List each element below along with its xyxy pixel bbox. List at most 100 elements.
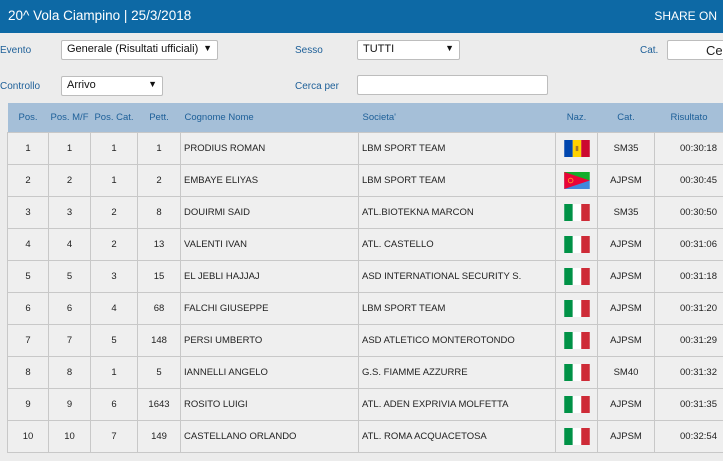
column-header-risultato[interactable]: Risultato	[654, 103, 723, 133]
cell-naz	[555, 228, 598, 261]
table-row[interactable]: 10 10 7 149 CASTELLANO ORLANDO ATL. ROMA ACQU…	[7, 420, 723, 453]
table-row[interactable]: 7 7 5 148 PERSI UMBERTO ASD ATLETICO MONTEROT…	[7, 324, 723, 357]
cell-pos: 7	[7, 324, 49, 357]
cell-pos-cat: 5	[90, 324, 138, 357]
flag-ita-icon	[563, 300, 590, 317]
cell-risultato: 00:31:29	[654, 324, 723, 357]
cell-pos-cat: 6	[90, 388, 138, 421]
column-header-cat[interactable]: Cat.	[597, 103, 655, 133]
flag-ita-icon	[563, 364, 590, 381]
table-row[interactable]: 1 1 1 1 PRODIUS ROMAN LBM SPORT TEAM SM35 00:30…	[7, 132, 723, 165]
cell-pos-mf: 9	[48, 388, 91, 421]
cell-pos: 4	[7, 228, 49, 261]
cell-risultato: 00:32:54	[654, 420, 723, 453]
cell-pos-mf: 6	[48, 292, 91, 325]
cell-pos: 3	[7, 196, 49, 229]
cell-pos: 2	[7, 164, 49, 197]
cell-risultato: 00:31:32	[654, 356, 723, 389]
search-input[interactable]	[357, 75, 548, 95]
sesso-select-value: TUTTI	[363, 43, 395, 55]
flag-ita-icon	[563, 332, 590, 349]
cell-cat: SM35	[597, 196, 655, 229]
table-header-row: Pos. Pos. M/F Pos. Cat. Pett. Cognome No…	[7, 103, 723, 133]
cell-risultato: 00:31:06	[654, 228, 723, 261]
flag-eri-icon	[563, 172, 590, 189]
cell-pos: 10	[7, 420, 49, 453]
cell-naz	[555, 388, 598, 421]
cell-cat: AJPSM	[597, 228, 655, 261]
table-row[interactable]: 9 9 6 1643 ROSITO LUIGI ATL. ADEN EXPRIVIA MO…	[7, 388, 723, 421]
search-button[interactable]: Cer	[706, 43, 723, 58]
cell-pett: 5	[137, 356, 181, 389]
cell-pett: 149	[137, 420, 181, 453]
cell-pos-cat: 1	[90, 132, 138, 165]
table-row[interactable]: 3 3 2 8 DOUIRMI SAID ATL.BIOTEKNA MARCON SM35 0…	[7, 196, 723, 229]
cell-societa: ASD INTERNATIONAL SECURITY S.	[358, 260, 556, 293]
table-row[interactable]: 4 4 2 13 VALENTI IVAN ATL. CASTELLO AJPSM 00:31…	[7, 228, 723, 261]
cell-societa: ATL. ADEN EXPRIVIA MOLFETTA	[358, 388, 556, 421]
filters-panel: Evento Generale (Risultati ufficiali) ▼ …	[0, 33, 723, 103]
cell-pos: 1	[7, 132, 49, 165]
cell-name: ROSITO LUIGI	[180, 388, 359, 421]
results-table: Pos. Pos. M/F Pos. Cat. Pett. Cognome No…	[7, 103, 723, 453]
cell-pos-mf: 7	[48, 324, 91, 357]
cell-societa: LBM SPORT TEAM	[358, 132, 556, 165]
share-button[interactable]: SHARE ON	[654, 9, 717, 23]
sesso-select[interactable]: TUTTI ▼	[357, 40, 460, 60]
cell-naz	[555, 132, 598, 165]
cerca-label: Cerca per	[295, 81, 339, 92]
cell-risultato: 00:30:45	[654, 164, 723, 197]
cell-societa: LBM SPORT TEAM	[358, 164, 556, 197]
cell-societa: ATL. CASTELLO	[358, 228, 556, 261]
chevron-down-icon: ▼	[203, 43, 212, 53]
column-header-societa[interactable]: Societa'	[358, 103, 556, 133]
cell-cat: AJPSM	[597, 388, 655, 421]
column-header-pett[interactable]: Pett.	[137, 103, 181, 133]
table-row[interactable]: 8 8 1 5 IANNELLI ANGELO G.S. FIAMME AZZURRE SM…	[7, 356, 723, 389]
flag-ita-icon	[563, 396, 590, 413]
cell-cat: SM35	[597, 132, 655, 165]
cell-societa: G.S. FIAMME AZZURRE	[358, 356, 556, 389]
cell-pos-mf: 1	[48, 132, 91, 165]
controllo-select[interactable]: Arrivo ▼	[61, 76, 163, 96]
flag-ita-icon	[563, 428, 590, 445]
cell-naz	[555, 164, 598, 197]
cell-risultato: 00:30:50	[654, 196, 723, 229]
cell-name: VALENTI IVAN	[180, 228, 359, 261]
cell-pos: 9	[7, 388, 49, 421]
column-header-pos[interactable]: Pos.	[7, 103, 49, 133]
flag-mda-icon	[563, 140, 590, 157]
cell-societa: ATL.BIOTEKNA MARCON	[358, 196, 556, 229]
cell-pett: 15	[137, 260, 181, 293]
cell-cat: AJPSM	[597, 420, 655, 453]
cell-naz	[555, 196, 598, 229]
cell-pett: 1	[137, 132, 181, 165]
column-header-naz[interactable]: Naz.	[555, 103, 598, 133]
cell-societa: ASD ATLETICO MONTEROTONDO	[358, 324, 556, 357]
cell-pos-cat: 2	[90, 228, 138, 261]
cell-pos-cat: 4	[90, 292, 138, 325]
column-header-pos-mf[interactable]: Pos. M/F	[48, 103, 91, 133]
cell-pos: 6	[7, 292, 49, 325]
cell-pett: 148	[137, 324, 181, 357]
cell-name: FALCHI GIUSEPPE	[180, 292, 359, 325]
column-header-name[interactable]: Cognome Nome	[180, 103, 359, 133]
column-header-pos-cat[interactable]: Pos. Cat.	[90, 103, 138, 133]
sesso-label: Sesso	[295, 45, 323, 56]
cell-pos: 8	[7, 356, 49, 389]
evento-label: Evento	[0, 45, 32, 56]
evento-select[interactable]: Generale (Risultati ufficiali) ▼	[61, 40, 218, 60]
table-row[interactable]: 2 2 1 2 EMBAYE ELIYAS LBM SPORT TEAM AJPSM 00:3…	[7, 164, 723, 197]
cell-name: EMBAYE ELIYAS	[180, 164, 359, 197]
cell-risultato: 00:31:35	[654, 388, 723, 421]
cell-cat: SM40	[597, 356, 655, 389]
cat-label: Cat.	[640, 45, 659, 56]
table-row[interactable]: 6 6 4 68 FALCHI GIUSEPPE LBM SPORT TEAM AJPSM 0…	[7, 292, 723, 325]
controllo-select-value: Arrivo	[67, 79, 96, 91]
cell-pos-cat: 2	[90, 196, 138, 229]
cell-pett: 1643	[137, 388, 181, 421]
cell-naz	[555, 356, 598, 389]
chevron-down-icon: ▼	[445, 43, 454, 53]
table-row[interactable]: 5 5 3 15 EL JEBLI HAJJAJ ASD INTERNATIONAL SE…	[7, 260, 723, 293]
cell-societa: LBM SPORT TEAM	[358, 292, 556, 325]
